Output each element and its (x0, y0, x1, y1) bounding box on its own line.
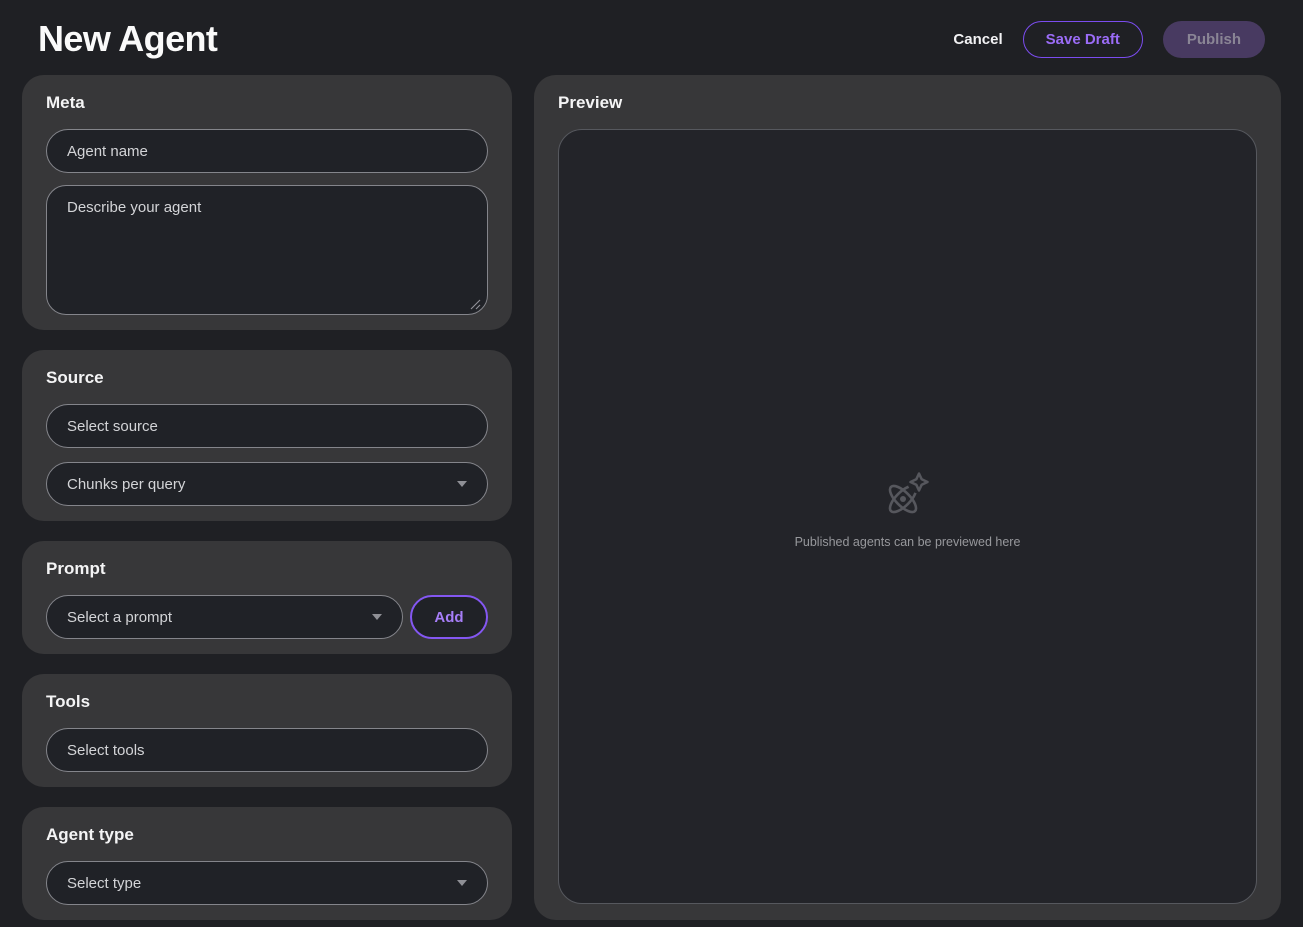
add-prompt-button[interactable]: Add (410, 595, 488, 639)
chunks-per-query-select[interactable]: Chunks per query (46, 462, 488, 506)
prompt-select[interactable]: Select a prompt (46, 595, 403, 639)
atom-sparkle-icon (881, 469, 933, 526)
chevron-down-icon (457, 880, 467, 886)
page-title: New Agent (38, 18, 217, 60)
form-column: Meta Source Chunks per query (22, 75, 512, 920)
tools-section-title: Tools (46, 693, 488, 711)
agent-name-input[interactable] (46, 129, 488, 173)
meta-section-title: Meta (46, 94, 488, 112)
header: New Agent Cancel Save Draft Publish (0, 0, 1303, 68)
agent-description-wrap (46, 185, 488, 315)
agent-type-select[interactable]: Select type (46, 861, 488, 905)
agent-type-section: Agent type Select type (22, 807, 512, 920)
select-source-input[interactable] (46, 404, 488, 448)
prompt-section-title: Prompt (46, 560, 488, 578)
save-draft-button[interactable]: Save Draft (1023, 21, 1143, 58)
meta-section: Meta (22, 75, 512, 330)
cancel-button[interactable]: Cancel (953, 31, 1002, 48)
prompt-row: Select a prompt Add (46, 595, 488, 639)
select-tools-input[interactable] (46, 728, 488, 772)
agent-description-textarea[interactable] (46, 185, 488, 315)
new-agent-page: New Agent Cancel Save Draft Publish Meta (0, 0, 1303, 920)
header-actions: Cancel Save Draft Publish (953, 21, 1265, 58)
prompt-select-value: Select a prompt (67, 609, 172, 626)
preview-empty-message: Published agents can be previewed here (795, 535, 1021, 549)
publish-button[interactable]: Publish (1163, 21, 1265, 58)
prompt-section: Prompt Select a prompt Add (22, 541, 512, 654)
preview-empty-state: Published agents can be previewed here (795, 469, 1021, 549)
source-section-title: Source (46, 369, 488, 387)
preview-panel-title: Preview (558, 94, 1257, 112)
main-content: Meta Source Chunks per query (22, 75, 1281, 920)
chevron-down-icon (457, 481, 467, 487)
chevron-down-icon (372, 614, 382, 620)
resize-grip-icon[interactable] (470, 297, 481, 308)
agent-type-select-value: Select type (67, 875, 141, 892)
preview-area: Published agents can be previewed here (558, 129, 1257, 904)
source-section: Source Chunks per query (22, 350, 512, 521)
agent-type-section-title: Agent type (46, 826, 488, 844)
tools-section: Tools (22, 674, 512, 787)
preview-panel: Preview (534, 75, 1281, 920)
chunks-per-query-value: Chunks per query (67, 476, 185, 493)
